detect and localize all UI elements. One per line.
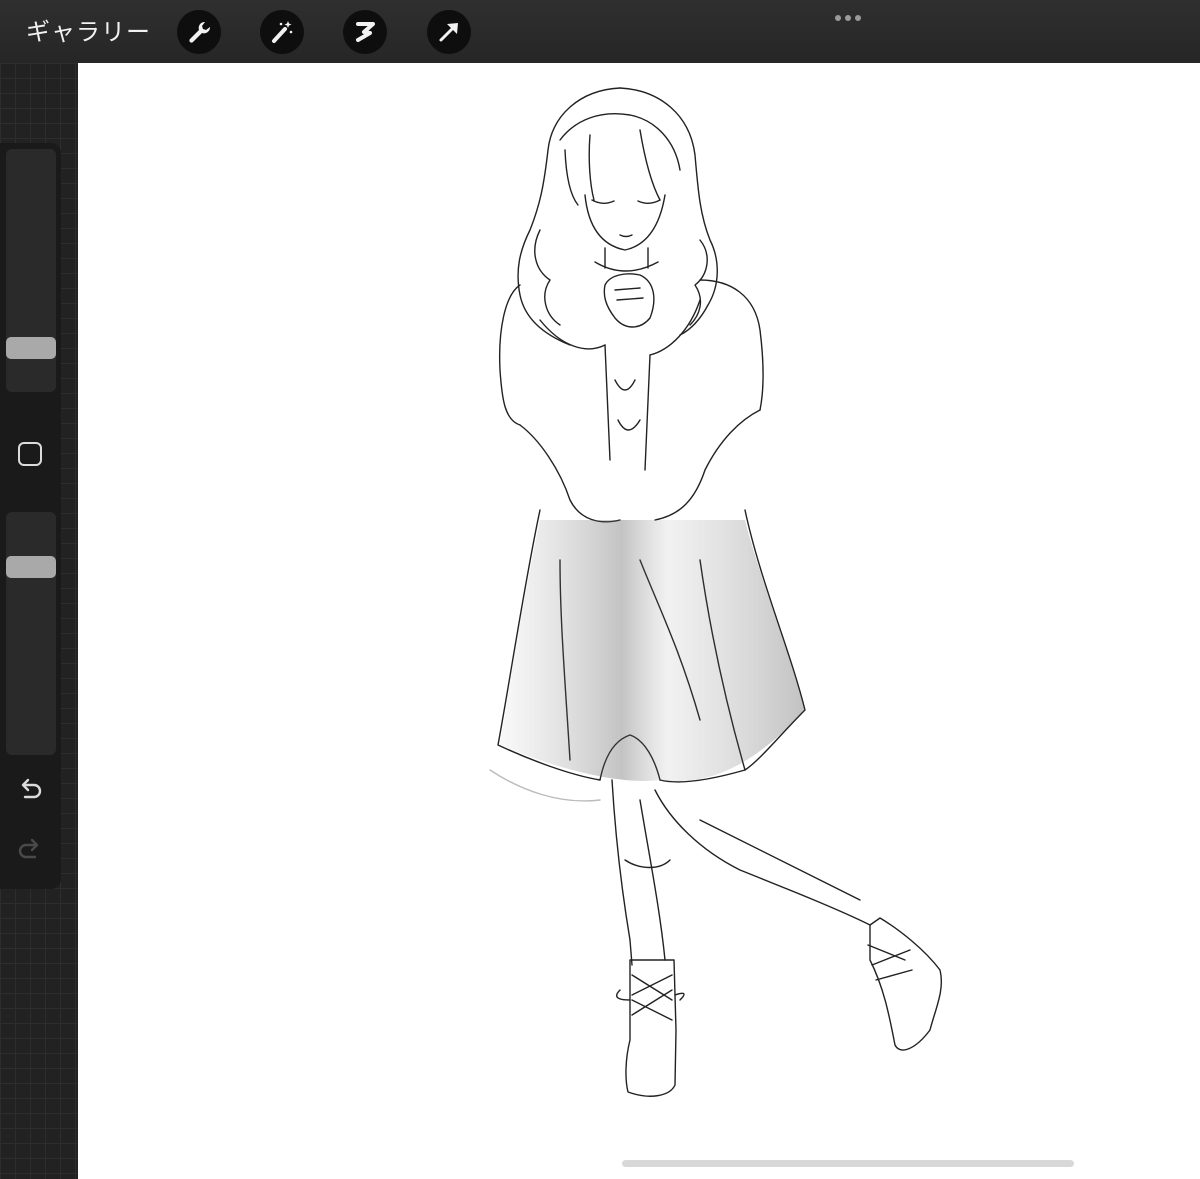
redo-icon[interactable] (15, 836, 45, 866)
top-toolbar: ギャラリー (0, 0, 1200, 64)
selection-s-icon (356, 22, 375, 42)
brush-size-thumb[interactable] (6, 337, 56, 359)
transform-arrow-icon (439, 23, 458, 42)
figure-sketch (489, 87, 942, 1097)
opacity-thumb[interactable] (6, 556, 56, 578)
gallery-button[interactable]: ギャラリー (26, 16, 151, 48)
home-indicator (622, 1160, 1074, 1167)
adjustments-button[interactable] (260, 10, 304, 54)
square-icon[interactable] (16, 440, 44, 468)
ellipsis-icon[interactable] (828, 8, 868, 28)
procreate-app: ギャラリー (0, 0, 1200, 1179)
transform-button[interactable] (427, 10, 471, 54)
wrench-icon (189, 21, 211, 43)
drawing-canvas[interactable] (78, 63, 1200, 1179)
selection-button[interactable] (343, 10, 387, 54)
magic-wand-icon (272, 21, 293, 43)
undo-icon[interactable] (15, 776, 45, 806)
brush-size-slider[interactable] (6, 149, 56, 392)
actions-button[interactable] (177, 10, 221, 54)
opacity-slider[interactable] (6, 512, 56, 755)
brush-sidebar (0, 143, 61, 889)
